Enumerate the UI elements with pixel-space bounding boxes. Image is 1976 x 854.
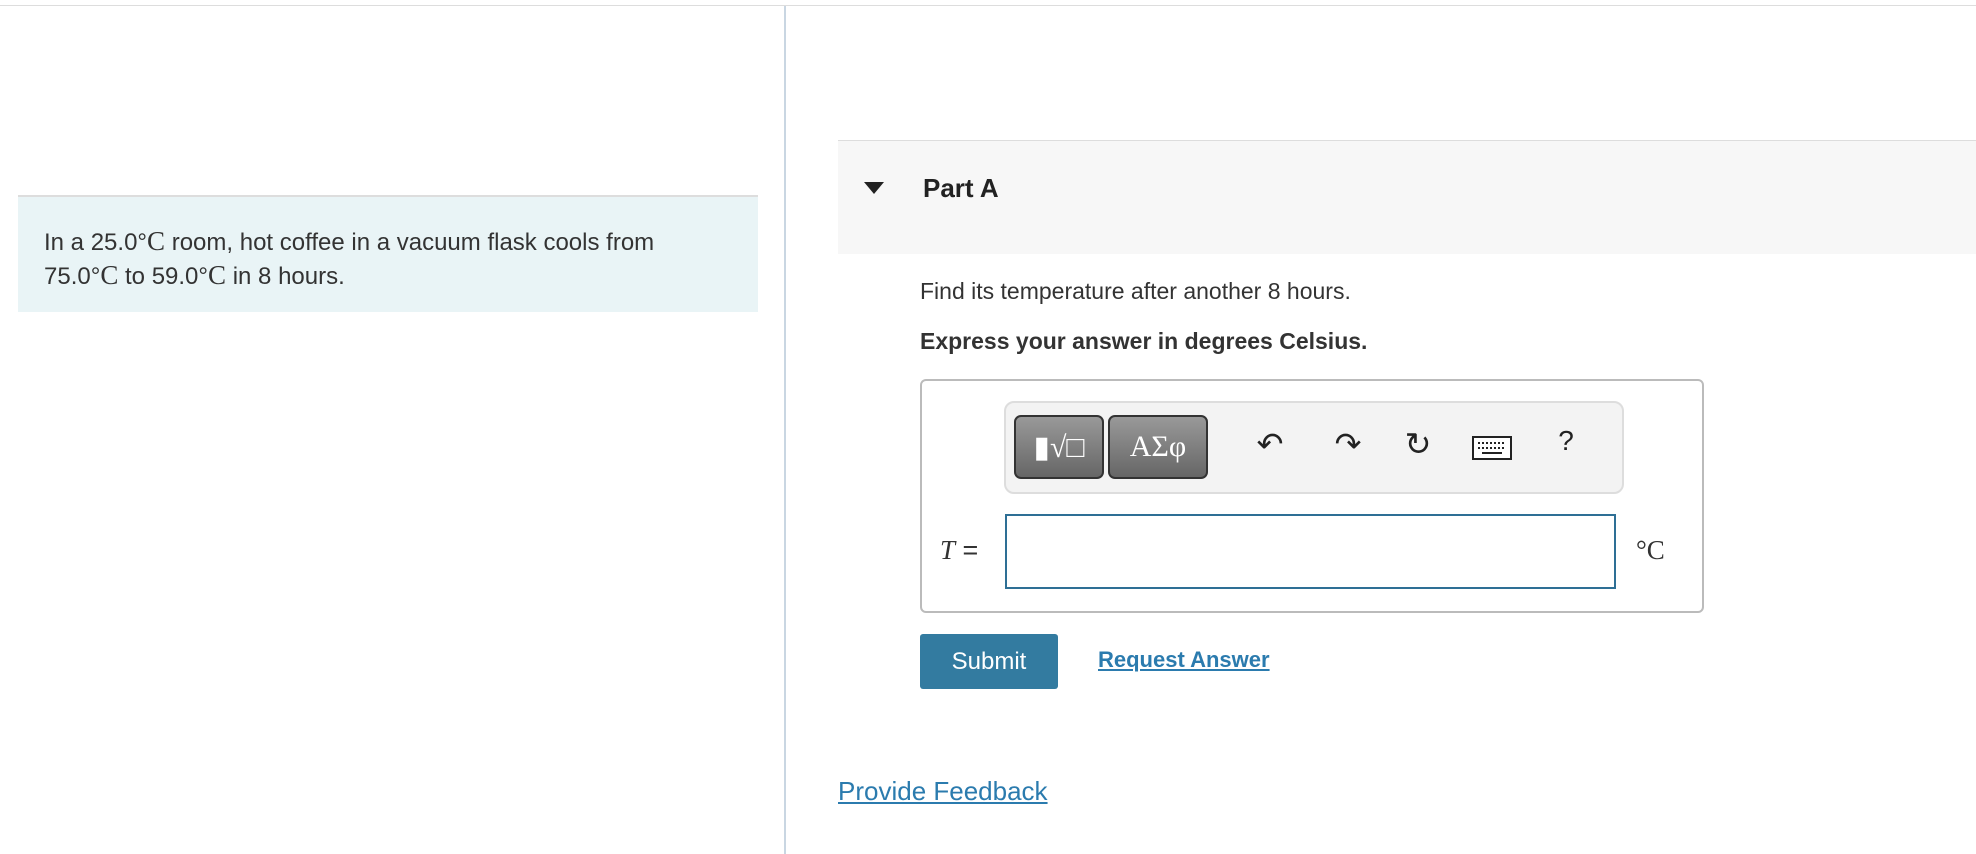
keyboard-icon[interactable]	[1472, 431, 1512, 468]
unit: C	[100, 260, 119, 290]
unit: C	[147, 226, 166, 256]
problem-statement: In a 25.0°C room, hot coffee in a vacuum…	[18, 195, 758, 312]
math-toolbar: ▮√□ ΑΣφ ↶ ↷ ↻ ?	[1004, 401, 1624, 494]
degree: °	[90, 263, 101, 290]
text: to 59.0	[118, 263, 199, 290]
reset-icon[interactable]: ↻	[1398, 425, 1438, 463]
request-answer-link[interactable]: Request Answer	[1098, 647, 1270, 673]
text: room, hot coffee in a vacuum flask cools…	[165, 229, 655, 256]
answer-input[interactable]	[1005, 514, 1616, 589]
undo-icon[interactable]: ↶	[1250, 425, 1290, 463]
degree: °	[198, 263, 209, 290]
unit-label: °C	[1636, 535, 1665, 565]
help-button[interactable]: ?	[1546, 425, 1586, 457]
greek-label: ΑΣφ	[1129, 430, 1187, 463]
submit-button[interactable]: Submit	[920, 634, 1058, 689]
equals: =	[955, 535, 979, 565]
collapse-triangle-icon[interactable]	[864, 182, 884, 194]
templates-icon: ▮√□	[1033, 430, 1085, 464]
column-divider	[784, 6, 786, 854]
templates-button[interactable]: ▮√□	[1014, 415, 1104, 479]
variable: T	[940, 535, 956, 565]
top-divider	[0, 5, 1976, 6]
answer-label: T =	[940, 535, 978, 566]
instruction-text: Express your answer in degrees Celsius.	[920, 328, 1368, 354]
unit: C	[208, 260, 227, 290]
text: in 8 hours.	[226, 263, 345, 290]
text: In a 25.0	[44, 229, 138, 256]
question-text: Find its temperature after another 8 hou…	[920, 278, 1351, 304]
provide-feedback-link[interactable]: Provide Feedback	[838, 776, 1048, 807]
text: 75.0	[44, 263, 91, 290]
degree: °	[137, 229, 148, 256]
greek-symbols-button[interactable]: ΑΣφ	[1108, 415, 1208, 479]
part-a-header[interactable]	[838, 140, 1976, 254]
redo-icon[interactable]: ↷	[1328, 425, 1368, 463]
part-title: Part A	[923, 173, 999, 203]
